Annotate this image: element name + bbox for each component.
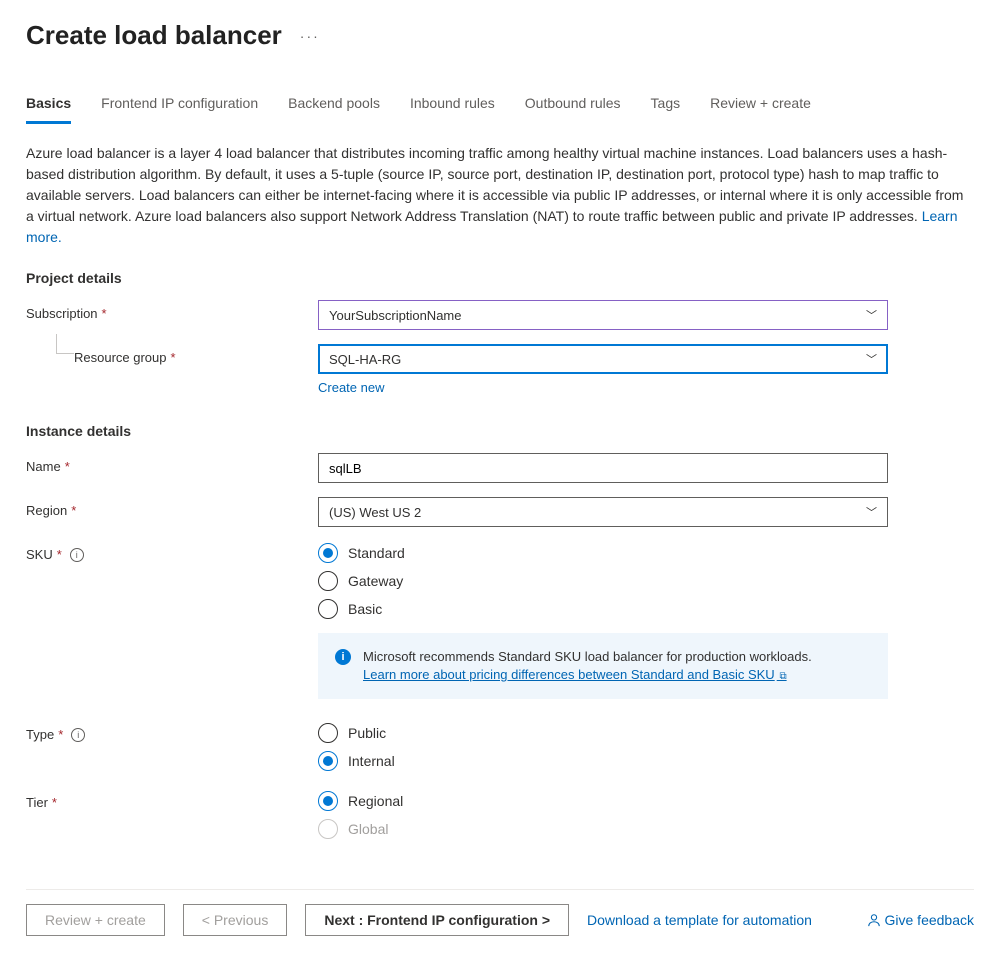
page-title: Create load balancer [26,20,282,51]
sku-pricing-link[interactable]: Learn more about pricing differences bet… [363,667,787,682]
radio-icon [318,751,338,771]
required-indicator: * [65,459,70,474]
name-label: Name [26,459,61,474]
section-project-details: Project details [26,270,974,286]
sku-radio-group: Standard Gateway Basic [318,541,888,619]
radio-icon [318,571,338,591]
resource-group-label: Resource group [74,350,167,365]
radio-icon [318,543,338,563]
review-create-button[interactable]: Review + create [26,904,165,936]
required-indicator: * [171,350,176,365]
required-indicator: * [102,306,107,321]
footer-bar: Review + create < Previous Next : Fronte… [26,889,974,950]
resource-group-select[interactable]: SQL-HA-RG ﹀ [318,344,888,374]
next-button[interactable]: Next : Frontend IP configuration > [305,904,569,936]
tab-review-create[interactable]: Review + create [710,95,811,124]
tab-basics[interactable]: Basics [26,95,71,124]
subscription-select[interactable]: YourSubscriptionName ﹀ [318,300,888,330]
chevron-down-icon: ﹀ [866,351,877,367]
radio-icon [318,723,338,743]
subscription-label: Subscription [26,306,98,321]
section-instance-details: Instance details [26,423,974,439]
required-indicator: * [58,727,63,742]
create-new-resource-group-link[interactable]: Create new [318,380,384,395]
required-indicator: * [57,547,62,562]
tab-inbound-rules[interactable]: Inbound rules [410,95,495,124]
sku-radio-gateway[interactable]: Gateway [318,571,888,591]
type-radio-public[interactable]: Public [318,723,888,743]
name-input[interactable] [318,453,888,483]
radio-icon [318,791,338,811]
tab-outbound-rules[interactable]: Outbound rules [525,95,621,124]
sku-label: SKU [26,547,53,562]
info-icon[interactable]: i [71,728,85,742]
sku-radio-standard[interactable]: Standard [318,543,888,563]
tree-indent-line [56,334,74,354]
download-template-link[interactable]: Download a template for automation [587,912,812,928]
tab-backend-pools[interactable]: Backend pools [288,95,380,124]
tab-frontend-ip[interactable]: Frontend IP configuration [101,95,258,124]
required-indicator: * [71,503,76,518]
external-link-icon: ⧉ [777,671,787,682]
type-radio-internal[interactable]: Internal [318,751,888,771]
give-feedback-link[interactable]: Give feedback [867,912,975,928]
radio-icon [318,819,338,839]
tier-radio-regional[interactable]: Regional [318,791,888,811]
tier-radio-group: Regional Global [318,789,888,839]
type-radio-group: Public Internal [318,721,888,771]
type-label: Type [26,727,54,742]
tier-label: Tier [26,795,48,810]
region-select[interactable]: (US) West US 2 ﹀ [318,497,888,527]
tier-radio-global: Global [318,819,888,839]
tab-bar: Basics Frontend IP configuration Backend… [26,95,974,125]
feedback-icon [867,913,881,927]
required-indicator: * [52,795,57,810]
sku-info-box: i Microsoft recommends Standard SKU load… [318,633,888,699]
radio-icon [318,599,338,619]
previous-button[interactable]: < Previous [183,904,288,936]
chevron-down-icon: ﹀ [866,504,877,520]
region-label: Region [26,503,67,518]
sku-radio-basic[interactable]: Basic [318,599,888,619]
info-icon: i [335,649,351,665]
chevron-down-icon: ﹀ [866,307,877,323]
info-icon[interactable]: i [70,548,84,562]
description-text: Azure load balancer is a layer 4 load ba… [26,143,966,248]
tab-tags[interactable]: Tags [651,95,681,124]
more-actions-button[interactable]: ··· [300,28,320,44]
